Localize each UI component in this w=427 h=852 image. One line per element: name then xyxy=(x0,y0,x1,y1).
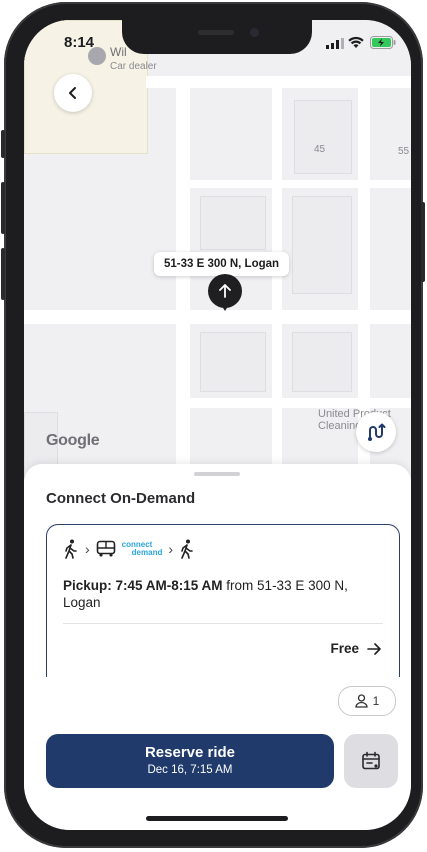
sheet-grabber[interactable] xyxy=(194,472,240,476)
volume-up-button xyxy=(1,182,5,234)
walking-icon xyxy=(65,539,77,559)
poi-category: Car dealer xyxy=(110,61,157,72)
passenger-count-button[interactable]: 1 xyxy=(338,686,396,716)
chevron-right-icon: › xyxy=(168,541,174,557)
back-button[interactable] xyxy=(54,74,92,112)
home-indicator[interactable] xyxy=(146,816,288,821)
route-button[interactable] xyxy=(356,412,396,452)
status-time: 8:14 xyxy=(64,34,95,51)
map-block xyxy=(294,100,352,174)
sheet-title: Connect On-Demand xyxy=(46,490,196,507)
passenger-count: 1 xyxy=(372,694,380,708)
map-road xyxy=(24,310,411,324)
chevron-right-icon: › xyxy=(85,541,90,557)
map-road xyxy=(176,76,190,490)
map-block xyxy=(292,196,352,294)
block-number: 45 xyxy=(314,144,326,155)
power-button xyxy=(421,202,425,282)
price-row[interactable]: Free xyxy=(330,641,381,656)
reserve-ride-button[interactable]: Reserve ride Dec 16, 7:15 AM xyxy=(46,734,334,788)
pickup-window: Pickup: 7:45 AM-8:15 AM xyxy=(63,578,223,593)
battery-charging-icon xyxy=(370,36,396,49)
chevron-left-icon xyxy=(69,87,76,99)
journey-steps: › connect demand › xyxy=(63,539,195,559)
map-road xyxy=(272,76,282,490)
divider xyxy=(63,623,383,624)
route-icon xyxy=(368,423,386,441)
schedule-button[interactable] xyxy=(344,734,398,788)
screen: 8:14 Wil Car dealer 45 55 United Product… xyxy=(24,20,411,830)
wifi-icon xyxy=(348,36,364,48)
arrow-up-icon xyxy=(219,284,231,298)
bottom-sheet: Connect On-Demand › connect demand › Pic… xyxy=(24,464,411,830)
map-road xyxy=(190,398,411,408)
status-bar: 8:14 xyxy=(24,20,411,60)
reserve-label: Reserve ride xyxy=(144,744,236,761)
person-icon xyxy=(355,694,368,708)
price-label: Free xyxy=(330,641,359,656)
calendar-icon xyxy=(362,751,380,770)
shuttle-icon xyxy=(96,540,115,557)
google-logo: Google xyxy=(46,432,100,449)
marker-tip xyxy=(220,303,230,311)
map-block xyxy=(200,332,266,392)
connect-demand-logo: connect demand xyxy=(121,540,163,557)
pickup-info: Pickup: 7:45 AM-8:15 AM from 51-33 E 300… xyxy=(63,577,383,611)
arrow-right-icon xyxy=(367,642,381,655)
cellular-signal-icon xyxy=(326,38,344,49)
mute-switch xyxy=(1,130,5,158)
walking-icon xyxy=(181,539,193,559)
map-road xyxy=(190,180,411,188)
map-block xyxy=(200,196,266,250)
reserve-datetime: Dec 16, 7:15 AM xyxy=(147,764,233,776)
phone-frame: 8:14 Wil Car dealer 45 55 United Product… xyxy=(1,2,425,848)
ride-option-card[interactable]: › connect demand › Pickup: 7:45 AM-8:15 … xyxy=(46,524,400,677)
block-number: 55 xyxy=(398,146,410,157)
address-label[interactable]: 51-33 E 300 N, Logan xyxy=(154,252,290,276)
volume-down-button xyxy=(1,248,5,300)
map-block xyxy=(292,332,352,392)
